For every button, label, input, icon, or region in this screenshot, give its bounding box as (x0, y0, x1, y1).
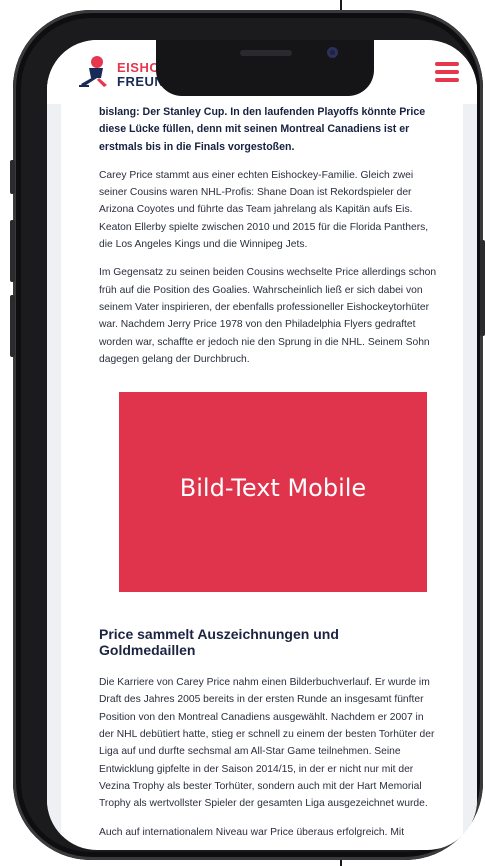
hockey-player-logo-icon[interactable] (77, 54, 113, 88)
article-paragraph: Auch auf internationalem Niveau war Pric… (99, 826, 405, 838)
article-lead-text: bislang: Der Stanley Cup. In den laufend… (99, 106, 426, 153)
phone-frame: EISHOCKEY FREUNDE bislang: Der Stanley C… (10, 10, 485, 860)
article-paragraph: Im Gegensatz zu seinen beiden Cousins we… (99, 267, 437, 365)
speaker-grille (240, 50, 292, 56)
article-content: bislang: Der Stanley Cup. In den laufend… (99, 104, 439, 841)
power-button (480, 240, 485, 336)
article-paragraph: Carey Price stammt aus einer echten Eish… (99, 169, 429, 251)
page-margin-right (463, 40, 477, 850)
mute-switch (10, 160, 15, 194)
image-placeholder-label: Bild-Text Mobile (179, 474, 367, 503)
hamburger-menu-icon[interactable] (435, 62, 459, 82)
phone-notch (156, 40, 374, 96)
phone-screen: EISHOCKEY FREUNDE bislang: Der Stanley C… (47, 40, 477, 850)
section-heading: Price sammelt Auszeichnungen und Goldmed… (99, 626, 339, 659)
page-margin-left (47, 40, 61, 850)
volume-up-button (10, 220, 15, 282)
front-camera-icon (327, 47, 338, 58)
volume-down-button (10, 295, 15, 357)
article-image-placeholder: Bild-Text Mobile (119, 392, 427, 593)
article-paragraph: Die Karriere von Carey Price nahm einen … (99, 677, 435, 810)
